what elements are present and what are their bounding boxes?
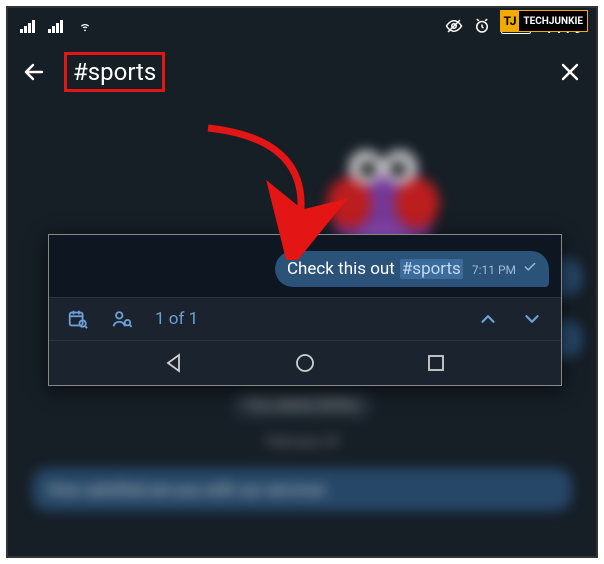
back-icon[interactable] (22, 60, 46, 84)
signal-1-icon (20, 19, 38, 33)
signal-2-icon (48, 19, 66, 33)
nav-back-icon[interactable] (162, 351, 186, 375)
bg-system-message: You added SSSha (233, 392, 371, 418)
android-navbar (49, 340, 561, 385)
search-input[interactable]: #sports (73, 58, 156, 86)
next-result-icon[interactable] (521, 308, 543, 330)
bg-big-bubble: How satisfied are you with our services (32, 468, 572, 511)
watermark-text: TECHJUNKIE (519, 16, 587, 27)
bubble-text: Check this out (287, 259, 395, 279)
search-highlight-box: #sports (64, 52, 165, 92)
search-bar: #sports (8, 42, 596, 102)
watermark-badge: TJ (501, 11, 520, 31)
nav-home-icon[interactable] (293, 351, 317, 375)
prev-result-icon[interactable] (477, 308, 499, 330)
bubble-hashtag: #sports (400, 259, 463, 279)
eye-off-icon (445, 17, 463, 35)
bg-date-header: February 25 (265, 434, 339, 450)
result-counter: 1 of 1 (155, 309, 198, 329)
bubble-time: 7:11 PM (472, 263, 516, 277)
wifi-icon (76, 19, 94, 33)
techjunkie-watermark: TJ TECHJUNKIE (500, 10, 588, 32)
sent-check-icon (523, 260, 537, 274)
nav-recent-icon[interactable] (424, 351, 448, 375)
search-toolbar: 1 of 1 (49, 297, 561, 340)
alarm-icon (473, 17, 491, 35)
member-search-icon[interactable] (111, 308, 133, 330)
calendar-search-icon[interactable] (67, 308, 89, 330)
annotation-arrow-icon (188, 120, 368, 260)
close-icon[interactable] (558, 60, 582, 84)
